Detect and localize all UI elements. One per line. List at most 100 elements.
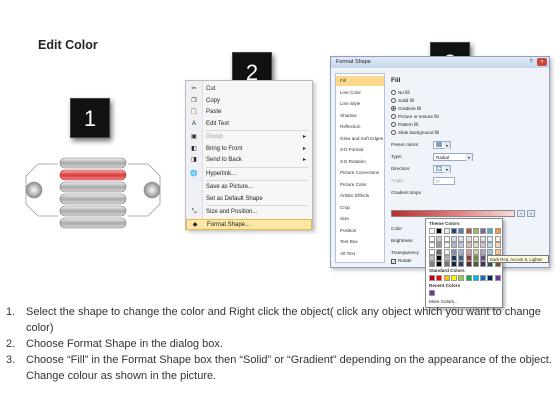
- menu-item-group[interactable]: ▣ Group ▸: [186, 132, 312, 143]
- color-swatch[interactable]: [436, 254, 443, 261]
- color-swatch[interactable]: [480, 261, 487, 268]
- fill-option-solid-fill[interactable]: Solid fill: [391, 97, 414, 104]
- color-swatch[interactable]: [458, 275, 465, 281]
- color-swatch[interactable]: [472, 254, 479, 261]
- nav-item-line-color[interactable]: Line Color: [336, 88, 384, 98]
- menu-item-bring-to-front[interactable]: ◧ Bring to Front ▸: [186, 144, 312, 155]
- nav-item-3-d-rotation[interactable]: 3-D Rotation: [336, 157, 384, 167]
- color-swatch[interactable]: [429, 254, 435, 261]
- nav-item-artistic-effects[interactable]: Artistic Effects: [336, 191, 384, 201]
- nav-item-3-d-format[interactable]: 3-D Format: [336, 145, 384, 155]
- color-swatch[interactable]: [429, 290, 435, 296]
- color-swatch[interactable]: [472, 248, 479, 255]
- nav-item-position[interactable]: Position: [336, 226, 384, 236]
- color-swatch[interactable]: [450, 242, 457, 249]
- color-swatch[interactable]: [472, 228, 479, 234]
- color-swatch[interactable]: [443, 242, 450, 249]
- nav-item-fill[interactable]: Fill: [336, 76, 384, 86]
- color-swatch[interactable]: [480, 275, 487, 281]
- menu-item-hyperlink[interactable]: 🌐 Hyperlink...: [186, 169, 312, 180]
- color-swatch[interactable]: [450, 228, 457, 234]
- color-swatch[interactable]: [487, 228, 494, 234]
- color-swatch[interactable]: [443, 248, 450, 255]
- color-swatch[interactable]: [480, 236, 487, 242]
- nav-item-picture-corrections[interactable]: Picture Corrections: [336, 168, 384, 178]
- color-swatch[interactable]: [465, 261, 472, 268]
- color-swatch[interactable]: [458, 248, 465, 255]
- color-swatch[interactable]: [465, 254, 472, 261]
- color-swatch[interactable]: [429, 242, 435, 249]
- color-swatch[interactable]: [465, 248, 472, 255]
- color-swatch[interactable]: [450, 254, 457, 261]
- radio-button[interactable]: [391, 106, 396, 111]
- color-swatch[interactable]: [480, 254, 487, 261]
- color-swatch[interactable]: [465, 236, 472, 242]
- color-swatch[interactable]: [443, 275, 450, 281]
- color-swatch[interactable]: [443, 261, 450, 268]
- preset-colors-dropdown[interactable]: ▾: [433, 141, 451, 149]
- color-swatch[interactable]: [480, 248, 487, 255]
- color-swatch[interactable]: [436, 248, 443, 255]
- close-button[interactable]: ×: [537, 58, 547, 66]
- color-swatch[interactable]: [429, 248, 435, 255]
- menu-item-copy[interactable]: ❐ Copy: [186, 96, 312, 107]
- fill-option-slide-background-fill[interactable]: Slide background fill: [391, 129, 439, 136]
- menu-item-size-and-position[interactable]: ⤡ Size and Position...: [186, 207, 312, 218]
- color-swatch[interactable]: [494, 236, 501, 242]
- menu-item-paste[interactable]: 📋 Paste: [186, 107, 312, 118]
- nav-item-text-box[interactable]: Text Box: [336, 237, 384, 247]
- nav-item-alt-text[interactable]: Alt Text: [336, 249, 384, 259]
- color-swatch[interactable]: [465, 275, 472, 281]
- color-swatch[interactable]: [472, 275, 479, 281]
- rotate-checkbox[interactable]: ✓ Rotate: [391, 257, 412, 265]
- color-swatch[interactable]: [429, 275, 435, 281]
- color-swatch[interactable]: [458, 261, 465, 268]
- menu-item-format-shape[interactable]: ◆ Format Shape...: [186, 218, 312, 230]
- nav-item-glow-and-soft-edges[interactable]: Glow and Soft Edges: [336, 134, 384, 144]
- add-stop-button[interactable]: +: [517, 210, 525, 217]
- color-swatch[interactable]: [436, 236, 443, 242]
- menu-item-save-as-picture[interactable]: Save as Picture...: [186, 182, 312, 193]
- nav-item-line-style[interactable]: Line Style: [336, 99, 384, 109]
- nav-item-crop[interactable]: Crop: [336, 203, 384, 213]
- menu-item-cut[interactable]: ✂ Cut: [186, 84, 312, 95]
- color-swatch[interactable]: [494, 242, 501, 249]
- nav-item-shadow[interactable]: Shadow: [336, 111, 384, 121]
- color-swatch[interactable]: [458, 236, 465, 242]
- color-swatch[interactable]: [436, 228, 443, 234]
- nav-item-picture-color[interactable]: Picture Color: [336, 180, 384, 190]
- gradient-stops-bar[interactable]: [391, 210, 515, 217]
- fill-option-pattern-fill[interactable]: Pattern fill: [391, 121, 418, 128]
- color-swatch[interactable]: [465, 242, 472, 249]
- color-swatch[interactable]: [480, 228, 487, 234]
- color-swatch[interactable]: [465, 228, 472, 234]
- radio-button[interactable]: [391, 114, 396, 119]
- color-swatch[interactable]: [429, 228, 435, 234]
- menu-item-edit-text[interactable]: A Edit Text: [186, 119, 312, 130]
- color-swatch[interactable]: [443, 236, 450, 242]
- color-swatch[interactable]: [436, 275, 443, 281]
- fill-option-no-fill[interactable]: No fill: [391, 89, 410, 96]
- color-swatch[interactable]: [443, 228, 450, 234]
- color-swatch[interactable]: [429, 261, 435, 268]
- radio-button[interactable]: [391, 98, 396, 103]
- direction-dropdown[interactable]: ▾: [433, 165, 451, 173]
- color-swatch[interactable]: [443, 254, 450, 261]
- fill-option-gradient-fill[interactable]: Gradient fill: [391, 105, 421, 112]
- color-swatch[interactable]: [429, 236, 435, 242]
- color-swatch[interactable]: [487, 242, 494, 249]
- color-swatch[interactable]: [450, 236, 457, 242]
- help-button[interactable]: ?: [526, 58, 536, 66]
- stacked-cylinder-shape[interactable]: [18, 140, 168, 240]
- color-swatch[interactable]: [472, 261, 479, 268]
- color-swatch[interactable]: [480, 242, 487, 249]
- color-swatch[interactable]: [487, 236, 494, 242]
- color-swatch[interactable]: [436, 242, 443, 249]
- nav-item-size[interactable]: Size: [336, 214, 384, 224]
- menu-item-send-to-back[interactable]: ◨ Send to Back ▸: [186, 155, 312, 166]
- color-swatch[interactable]: [487, 275, 494, 281]
- type-dropdown[interactable]: Radial ▾: [433, 153, 473, 161]
- nav-item-reflection[interactable]: Reflection: [336, 122, 384, 132]
- radio-button[interactable]: [391, 90, 396, 95]
- menu-item-set-as-default-shape[interactable]: Set as Default Shape: [186, 194, 312, 205]
